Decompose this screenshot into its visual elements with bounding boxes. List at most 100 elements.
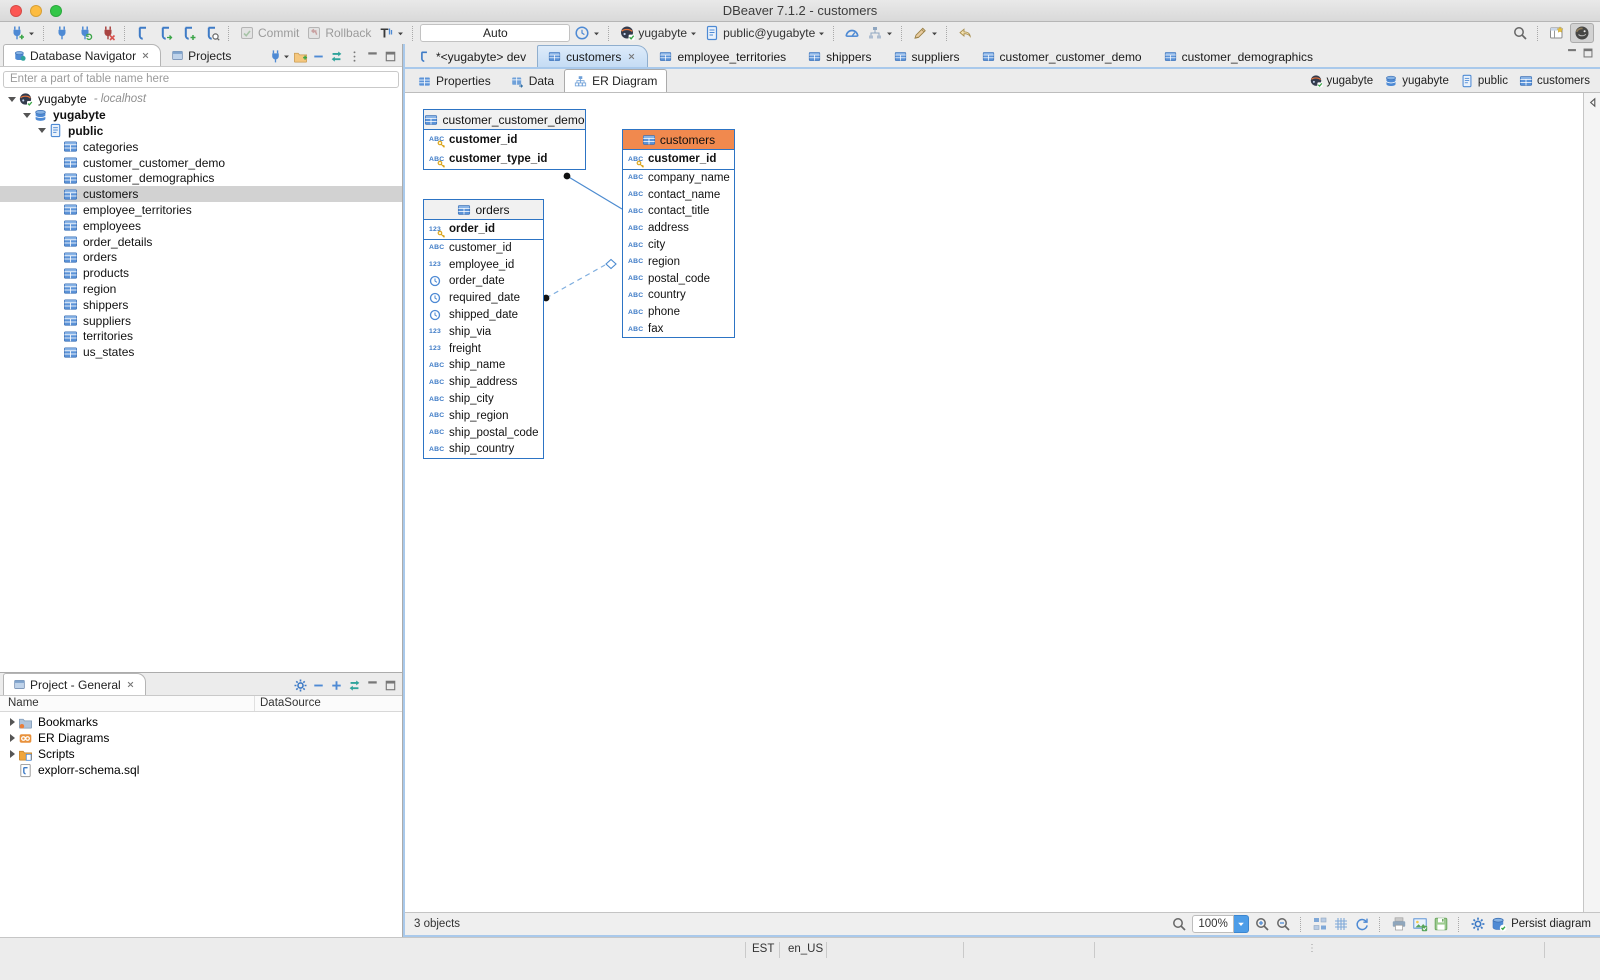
arrange-diagram-button[interactable] [1312,916,1328,932]
entity-column-contact_name[interactable]: ABCcontact_name [623,186,734,203]
table-filter-input[interactable] [3,71,399,88]
expand-arrow-icon[interactable] [6,734,18,742]
zoom-out-button[interactable] [1275,916,1291,932]
tree-item-public[interactable]: public [0,123,402,139]
entity-orders[interactable]: orders123order_idABCcustomer_id123employ… [423,199,544,459]
disconnect-button[interactable] [97,23,119,43]
entity-column-region[interactable]: ABCregion [623,253,734,270]
entity-column-freight[interactable]: 123freight [424,340,543,357]
toggle-grid-button[interactable] [1333,916,1349,932]
tree-item-us_states[interactable]: us_states [0,344,402,360]
close-window-button[interactable] [10,5,22,17]
reconnect-button[interactable] [74,23,96,43]
entity-column-postal_code[interactable]: ABCpostal_code [623,270,734,287]
view-tab-database-navigator[interactable]: Database Navigator [3,44,161,66]
expand-arrow-icon[interactable] [36,128,48,133]
expand-arrow-icon[interactable] [6,750,18,758]
expand-button[interactable] [329,678,344,693]
project-item-bookmarks[interactable]: Bookmarks [0,714,402,730]
connect-db-button[interactable] [268,49,290,64]
entity-column-country[interactable]: ABCcountry [623,287,734,304]
project-item-er-diagrams[interactable]: ER Diagrams [0,730,402,746]
open-sql-console-button[interactable] [155,23,177,43]
tree-item-categories[interactable]: categories [0,139,402,155]
commit-button[interactable]: Commit [236,23,302,43]
entity-column-fax[interactable]: ABCfax [623,321,734,338]
breadcrumb-item-yugabyte[interactable]: yugabyte [1309,74,1374,88]
entity-column-city[interactable]: ABCcity [623,237,734,254]
minimize-view-button[interactable] [365,678,380,693]
sql-editor-button[interactable] [132,23,154,43]
tree-item-products[interactable]: products [0,265,402,281]
editor-tab-suppliers[interactable]: suppliers [883,45,971,67]
diagram-search-button[interactable] [1171,916,1187,932]
tree-item-customer_customer_demo[interactable]: customer_customer_demo [0,155,402,171]
close-icon[interactable] [125,679,136,690]
tree-item-orders[interactable]: orders [0,249,402,265]
entity-column-ship_postal_code[interactable]: ABCship_postal_code [424,424,543,441]
dashboard-button[interactable] [841,23,863,43]
entity-column-address[interactable]: ABCaddress [623,220,734,237]
entity-customer_customer_demo[interactable]: customer_customer_demoABCcustomer_idABCc… [423,109,586,170]
tree-item-order_details[interactable]: order_details [0,234,402,250]
tree-item-employees[interactable]: employees [0,218,402,234]
column-header-name[interactable]: Name [8,697,39,709]
editor-tab-customers[interactable]: customers [537,45,648,67]
entity-column-ship_region[interactable]: ABCship_region [424,407,543,424]
entity-column-shipped_date[interactable]: shipped_date [424,307,543,324]
recent-sql-editor-button[interactable] [201,23,223,43]
view-menu-button[interactable] [347,49,362,64]
expand-arrow-icon[interactable] [21,113,33,118]
entity-column-contact_title[interactable]: ABCcontact_title [623,203,734,220]
close-icon[interactable] [626,51,637,62]
breadcrumb-item-customers[interactable]: customers [1519,74,1590,88]
subtab-data[interactable]: Data [501,69,564,92]
zoom-level-combo[interactable]: 100% [1192,915,1249,933]
zoom-window-button[interactable] [50,5,62,17]
editor-tab-customer-customer-demo[interactable]: customer_customer_demo [971,45,1153,67]
entity-header[interactable]: customers [623,130,734,150]
entity-column-ship_address[interactable]: ABCship_address [424,374,543,391]
subtab-properties[interactable]: Properties [408,69,501,92]
settings-button[interactable] [293,678,308,693]
entity-column-customer_type_id[interactable]: ABCcustomer_type_id [424,150,585,170]
save-diagram-button[interactable] [1433,916,1449,932]
pin-editor-button[interactable] [909,23,941,43]
project-item-scripts[interactable]: Scripts [0,746,402,762]
palette-expand-icon[interactable] [1587,97,1598,108]
entity-column-phone[interactable]: ABCphone [623,304,734,321]
transaction-mode-button[interactable]: T [375,23,407,43]
open-perspective-button[interactable] [1546,23,1568,43]
tree-item-territories[interactable]: territories [0,328,402,344]
tree-item-region[interactable]: region [0,281,402,297]
zoom-combo-button[interactable] [1234,915,1249,933]
zoom-in-button[interactable] [1254,916,1270,932]
entity-header[interactable]: orders [424,200,543,220]
entity-column-order_date[interactable]: order_date [424,273,543,290]
tree-item-customer_demographics[interactable]: customer_demographics [0,170,402,186]
subtab-er-diagram[interactable]: ER Diagram [564,69,667,92]
expand-arrow-icon[interactable] [6,718,18,726]
entity-column-employee_id[interactable]: 123employee_id [424,256,543,273]
expand-arrow-icon[interactable] [6,97,18,102]
new-connection-button[interactable] [6,23,38,43]
minimize-window-button[interactable] [30,5,42,17]
entity-column-customer_id[interactable]: ABCcustomer_id [623,150,734,170]
entity-customers[interactable]: customersABCcustomer_idABCcompany_nameAB… [622,129,735,338]
editor-tab--yugabyte-dev[interactable]: *<yugabyte> dev [407,45,537,67]
minimize-view-button[interactable] [365,49,380,64]
entity-column-ship_city[interactable]: ABCship_city [424,391,543,408]
entity-column-customer_id[interactable]: ABCcustomer_id [424,130,585,150]
collapse-all-button[interactable] [311,49,326,64]
entity-column-company_name[interactable]: ABCcompany_name [623,170,734,187]
transaction-log-button[interactable] [571,23,603,43]
breadcrumb-item-yugabyte[interactable]: yugabyte [1384,74,1449,88]
auto-commit-combo[interactable]: Auto [420,24,570,42]
link-with-editor-button[interactable] [347,678,362,693]
entity-column-ship_name[interactable]: ABCship_name [424,357,543,374]
back-history-button[interactable] [954,23,976,43]
global-search-button[interactable] [1509,23,1531,43]
tree-item-yugabyte[interactable]: yugabyte [0,107,402,123]
tree-item-yugabyte[interactable]: yugabyte- localhost [0,92,402,108]
entity-column-ship_via[interactable]: 123ship_via [424,323,543,340]
